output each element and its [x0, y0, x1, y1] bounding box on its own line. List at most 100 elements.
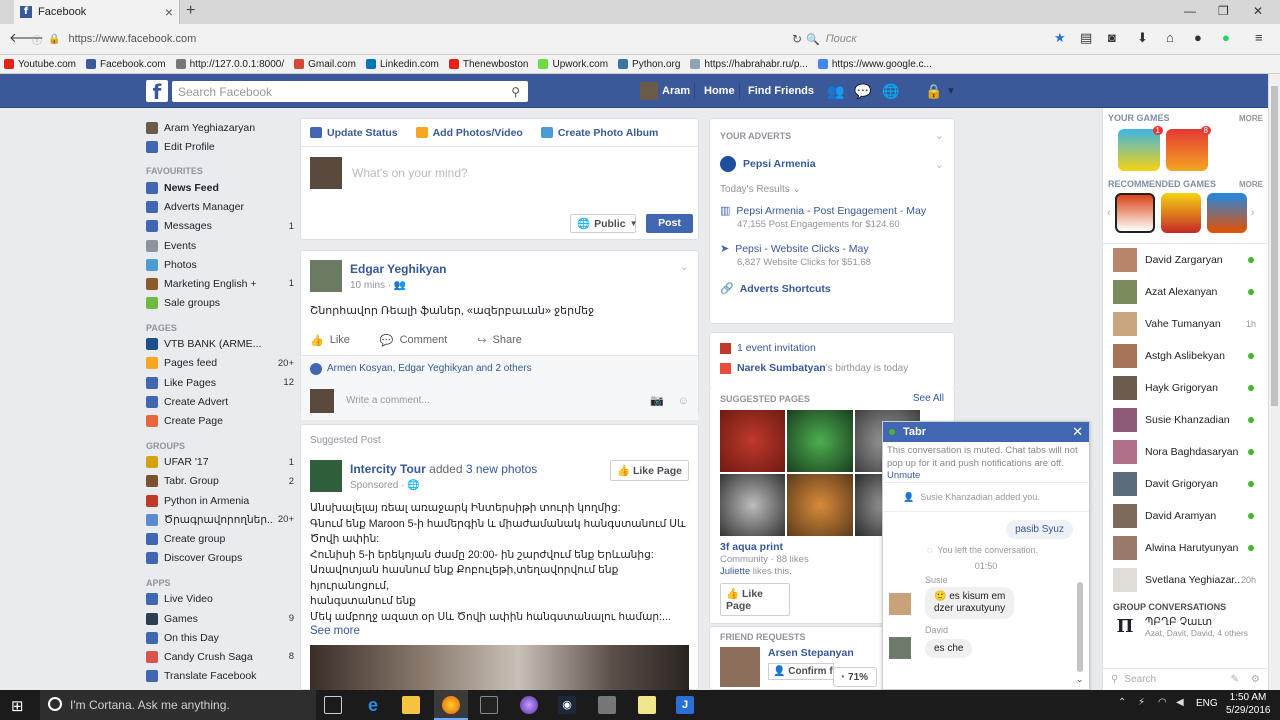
- camera-icon[interactable]: 📷: [650, 394, 664, 407]
- close-tab-icon[interactable]: ×: [165, 4, 173, 20]
- bookmark-item[interactable]: Upwork.com: [538, 59, 608, 70]
- steam-icon[interactable]: ◉: [558, 696, 576, 714]
- bookmark-item[interactable]: https://habrahabr.ru/p...: [690, 59, 808, 70]
- more-recommended-link[interactable]: MORE: [1239, 180, 1263, 189]
- left-nav-item[interactable]: Messages 1: [146, 217, 294, 236]
- page-author[interactable]: Intercity Tour: [350, 462, 426, 476]
- chevron-down-icon[interactable]: ⌄: [935, 129, 944, 142]
- left-nav-item[interactable]: Photos: [146, 255, 294, 274]
- bookmark-item[interactable]: Python.org: [618, 59, 680, 70]
- tor-icon[interactable]: [520, 696, 538, 714]
- page-avatar[interactable]: [310, 460, 342, 492]
- calculator-icon[interactable]: [598, 696, 616, 714]
- edge-icon[interactable]: e: [364, 696, 382, 714]
- facebook-search-input[interactable]: Search Facebook ⚲: [172, 81, 528, 102]
- sender-avatar[interactable]: [889, 637, 911, 659]
- friend-request-avatar[interactable]: [720, 647, 760, 687]
- create-album-tab[interactable]: Create Photo Album: [540, 127, 658, 139]
- update-status-tab[interactable]: Update Status: [310, 127, 398, 139]
- contact-item[interactable]: Azat Alexanyan: [1103, 276, 1268, 308]
- scroll-down-icon[interactable]: ⌄: [1076, 674, 1084, 685]
- contact-item[interactable]: Hayk Grigoryan: [1103, 372, 1268, 404]
- left-nav-item[interactable]: Create Advert: [146, 392, 294, 411]
- post-button[interactable]: Post: [646, 214, 693, 233]
- pocket-icon[interactable]: ◙: [1108, 30, 1116, 45]
- left-nav-item[interactable]: Candy Crush Saga 8: [146, 647, 294, 666]
- chevron-left-icon[interactable]: ‹: [1107, 207, 1111, 219]
- left-nav-item[interactable]: Translate Facebook: [146, 667, 294, 686]
- file-explorer-icon[interactable]: [402, 696, 420, 714]
- advert-page-name[interactable]: Pepsi Armenia: [743, 158, 816, 170]
- adverts-shortcuts-link[interactable]: Adverts Shortcuts: [740, 283, 831, 295]
- add-photos-tab[interactable]: Add Photos/Video: [415, 127, 523, 139]
- contact-item[interactable]: Vahe Tumanyan 1h: [1103, 308, 1268, 340]
- left-nav-item[interactable]: Live Video: [146, 590, 294, 609]
- jetbrains-icon[interactable]: J: [676, 696, 694, 714]
- status-input[interactable]: What's on your mind?: [352, 166, 468, 180]
- chat-scrollbar[interactable]: [1077, 582, 1083, 672]
- clock[interactable]: 1:50 AM 5/29/2016: [1226, 691, 1271, 717]
- chat-settings-icon[interactable]: ⚙: [1251, 674, 1260, 685]
- chat-header[interactable]: Tabr ✕: [883, 422, 1089, 442]
- contact-item[interactable]: Alwina Harutyunyan: [1103, 532, 1268, 564]
- volume-icon[interactable]: ◀: [1176, 697, 1184, 708]
- close-window-button[interactable]: ✕: [1253, 4, 1263, 18]
- bookmark-item[interactable]: http://127.0.0.1:8000/: [175, 59, 284, 70]
- post-time[interactable]: 10 mins: [350, 280, 385, 291]
- left-nav-item[interactable]: Adverts Manager: [146, 198, 294, 217]
- header-avatar[interactable]: [640, 82, 658, 100]
- bookmark-item[interactable]: Thenewboston: [448, 59, 528, 70]
- sender-avatar[interactable]: [889, 593, 911, 615]
- left-nav-item[interactable]: Events: [146, 236, 294, 255]
- maximize-button[interactable]: ❐: [1218, 4, 1229, 18]
- birthday-name[interactable]: Narek Sumbatyan: [737, 362, 826, 374]
- left-nav-item[interactable]: Discover Groups: [146, 549, 294, 568]
- privacy-selector[interactable]: 🌐 Public ▼: [570, 214, 638, 233]
- bookmark-item[interactable]: Facebook.com: [86, 59, 166, 70]
- see-more-link[interactable]: See more: [301, 625, 698, 637]
- new-message-icon[interactable]: ✎: [1231, 674, 1239, 685]
- scrollbar-thumb[interactable]: [1271, 86, 1278, 406]
- menu-icon[interactable]: ≡: [1255, 30, 1263, 45]
- chat-icon[interactable]: ●: [1194, 30, 1202, 45]
- photos-link[interactable]: 3 new photos: [466, 462, 537, 476]
- profile-nav-item[interactable]: Aram Yeghiazaryan: [146, 118, 294, 137]
- left-nav-item[interactable]: UFAR '17 1: [146, 453, 294, 472]
- contact-item[interactable]: David Zargaryan: [1103, 244, 1268, 276]
- comment-input[interactable]: Write a comment...: [346, 395, 650, 406]
- left-nav-item[interactable]: Marketing English + 1: [146, 274, 294, 293]
- more-games-link[interactable]: MORE: [1239, 114, 1263, 123]
- comment-button[interactable]: 💬 Comment: [380, 334, 447, 347]
- recommended-game-tile[interactable]: [1114, 193, 1155, 233]
- tray-chevron-icon[interactable]: ⌃: [1118, 697, 1126, 708]
- url-bar[interactable]: ⓘ 🔒 https://www.facebook.com ↻: [32, 28, 802, 50]
- bookmark-star-icon[interactable]: ★: [1054, 30, 1066, 46]
- account-dropdown-icon[interactable]: ▼: [946, 86, 956, 97]
- contact-item[interactable]: Svetlana Yeghiazar... 20h: [1103, 564, 1268, 596]
- share-button[interactable]: ↪ Share: [477, 334, 522, 347]
- notepad-icon[interactable]: [638, 696, 656, 714]
- left-nav-item[interactable]: Python in Armenia: [146, 491, 294, 510]
- home-icon[interactable]: ⌂: [1166, 30, 1174, 45]
- find-friends-link[interactable]: Find Friends: [748, 85, 814, 97]
- wifi-icon[interactable]: ◠: [1158, 697, 1167, 708]
- suggested-like-page-button[interactable]: 👍 Like Page: [720, 583, 790, 616]
- facebook-logo[interactable]: f: [146, 80, 168, 104]
- zoom-indicator[interactable]: ◔ 71%: [833, 667, 877, 687]
- recommended-game-tile[interactable]: [1160, 193, 1201, 233]
- result1-title[interactable]: Pepsi Armenia - Post Engagement - May: [736, 205, 926, 217]
- friend-request-name[interactable]: Arsen Stepanyan: [768, 647, 854, 659]
- post-options-icon[interactable]: ⌄: [680, 260, 689, 273]
- emoji-icon[interactable]: ☺: [678, 395, 689, 407]
- close-chat-icon[interactable]: ✕: [1072, 424, 1083, 440]
- contact-item[interactable]: Davit Grigoryan: [1103, 468, 1268, 500]
- chat-search-input[interactable]: ⚲ Search ✎ ⚙: [1103, 668, 1268, 690]
- like-button[interactable]: 👍 Like: [310, 334, 350, 347]
- search-icon[interactable]: ⚲: [511, 85, 520, 99]
- minimize-button[interactable]: —: [1184, 4, 1196, 18]
- notifications-globe-icon[interactable]: 🌐: [882, 83, 899, 100]
- bookmark-item[interactable]: Youtube.com: [4, 59, 76, 70]
- firefox-taskbar-item[interactable]: [434, 690, 468, 720]
- contact-item[interactable]: David Aramyan: [1103, 500, 1268, 532]
- page-scrollbar[interactable]: [1268, 74, 1280, 690]
